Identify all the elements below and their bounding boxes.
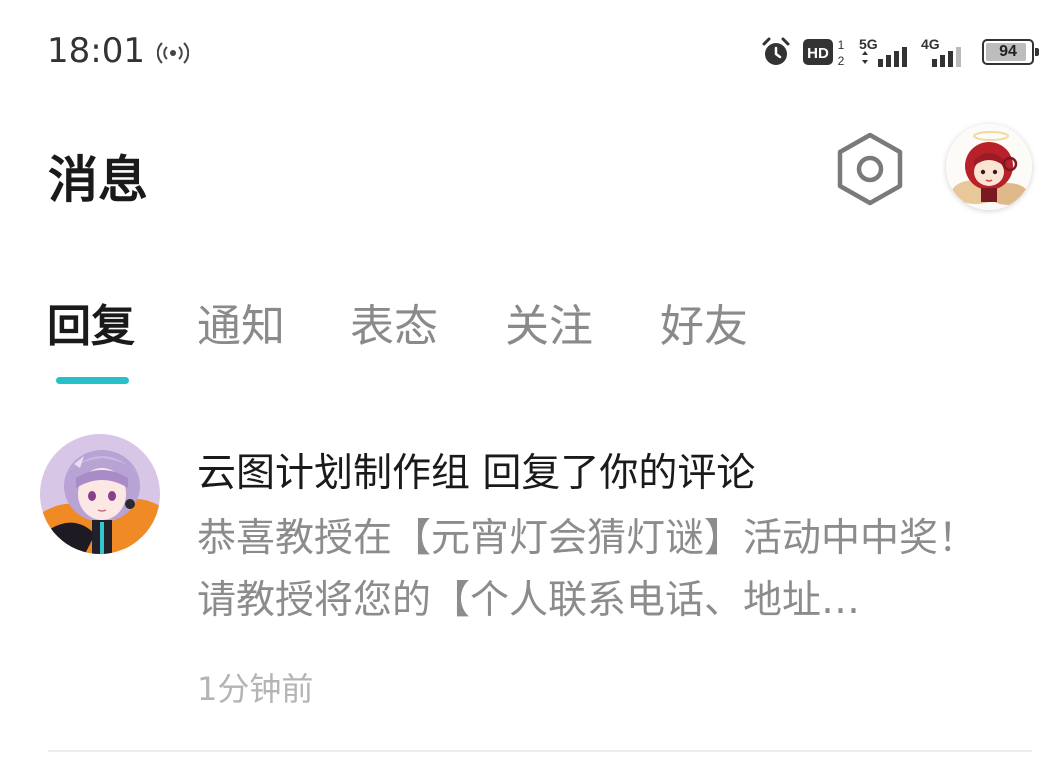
tab-follows[interactable]: 关注: [505, 290, 593, 354]
battery-icon: 94: [982, 39, 1039, 65]
hotspot-icon: [156, 36, 190, 66]
list-item[interactable]: 云图计划制作组 回复了你的评论 恭喜教授在【元宵灯会猜灯谜】活动中中奖！请教授将…: [0, 420, 1048, 752]
message-time: 1分钟前: [197, 670, 314, 708]
active-tab-indicator: [56, 377, 129, 384]
sim-top-label: 1: [838, 38, 845, 52]
hd-label: HD: [807, 45, 829, 62]
status-bar: 18:01 HD 1 2 5G 4G 94: [0, 0, 1048, 100]
battery-percent: 94: [999, 43, 1017, 60]
page-title: 消息: [48, 151, 148, 209]
tab-friends[interactable]: 好友: [660, 290, 748, 354]
alarm-icon: [760, 36, 792, 68]
signal-4g-icon: 4G: [920, 35, 972, 69]
net-5g-label: 5G: [859, 36, 878, 52]
message-title: 云图计划制作组 回复了你的评论: [197, 451, 756, 496]
user-avatar-button[interactable]: [946, 124, 1032, 210]
tab-replies[interactable]: 回复: [47, 290, 135, 354]
settings-button[interactable]: [832, 130, 908, 208]
sender-avatar[interactable]: [40, 434, 160, 554]
list-divider: [48, 750, 1032, 752]
signal-5g-icon: 5G: [858, 35, 910, 69]
status-time: 18:01: [47, 31, 145, 71]
tab-notifications[interactable]: 通知: [197, 290, 285, 354]
sim-bottom-label: 2: [838, 54, 845, 68]
settings-hexagon-icon: [837, 132, 903, 206]
sender-avatar-image: [40, 434, 160, 554]
tab-reactions[interactable]: 表态: [350, 290, 438, 354]
battery-tip: [1035, 48, 1039, 56]
avatar-image: [946, 124, 1032, 210]
net-4g-label: 4G: [921, 36, 940, 52]
message-tabs: 回复 通知 表态 关注 好友: [0, 290, 1048, 390]
hd-volte-icon: HD 1 2: [802, 35, 848, 69]
message-preview: 恭喜教授在【元宵灯会猜灯谜】活动中中奖！请教授将您的【个人联系电话、地址…: [197, 516, 978, 623]
